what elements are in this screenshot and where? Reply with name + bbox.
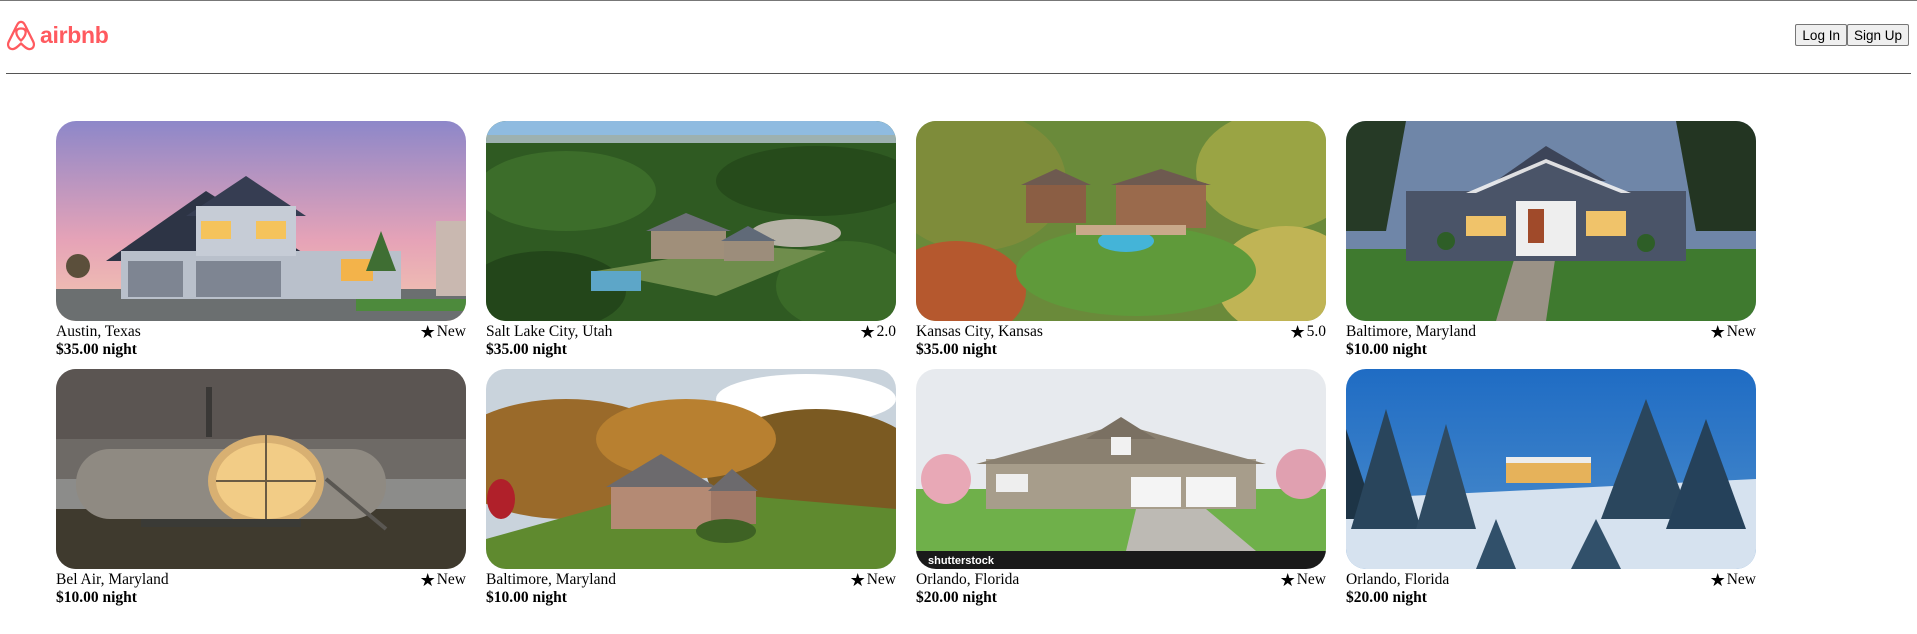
house-photo (916, 121, 1326, 321)
star-icon: ★ (419, 569, 436, 590)
star-icon: ★ (1289, 321, 1306, 342)
airbnb-logo[interactable]: airbnb (6, 19, 109, 51)
listing-photo[interactable] (486, 369, 896, 569)
listing-photo[interactable] (486, 121, 896, 321)
listing-location: Orlando, Florida (916, 570, 1020, 588)
listing-photo[interactable] (1346, 369, 1756, 569)
listing-rating: ★ New (420, 323, 466, 341)
listing-rating: ★ New (1710, 571, 1756, 589)
auth-buttons: Log In Sign Up (1795, 24, 1909, 46)
house-photo (1346, 121, 1756, 321)
rating-value: New (436, 570, 466, 588)
listing-card[interactable]: Salt Lake City, Utah ★ 2.0 $35.00 night (486, 121, 896, 358)
listing-rating: ★ New (850, 571, 896, 589)
rating-value: New (1726, 322, 1756, 340)
signup-button[interactable]: Sign Up (1846, 24, 1909, 46)
listing-price: $35.00 night (486, 341, 567, 358)
listing-price: $20.00 night (916, 589, 997, 606)
login-button[interactable]: Log In (1795, 24, 1847, 46)
star-icon: ★ (1709, 569, 1726, 590)
listing-photo[interactable]: shutterstock (916, 369, 1326, 569)
house-photo (56, 121, 466, 321)
rating-value: 2.0 (876, 322, 896, 340)
listing-card[interactable]: shutterstock Orlando, Florida ★ New $20.0… (916, 369, 1326, 606)
listing-price: $20.00 night (1346, 589, 1427, 606)
rating-value: 5.0 (1306, 322, 1326, 340)
listing-rating: ★ 2.0 (859, 323, 896, 341)
star-icon: ★ (849, 569, 866, 590)
star-icon: ★ (859, 321, 876, 342)
listing-photo[interactable] (916, 121, 1326, 321)
listing-rating: ★ New (420, 571, 466, 589)
listing-location: Austin, Texas (56, 322, 141, 340)
rating-value: New (1726, 570, 1756, 588)
listing-rating: ★ 5.0 (1289, 323, 1326, 341)
listing-price: $35.00 night (916, 341, 997, 358)
listing-price: $10.00 night (486, 589, 567, 606)
house-photo (56, 369, 466, 569)
watermark-text: shutterstock (928, 555, 995, 567)
listing-card[interactable]: Kansas City, Kansas ★ 5.0 $35.00 night (916, 121, 1326, 358)
airbnb-belo-icon (6, 20, 36, 51)
listing-card[interactable]: Baltimore, Maryland ★ New $10.00 night (1346, 121, 1756, 358)
listing-location: Kansas City, Kansas (916, 322, 1043, 340)
listing-location: Baltimore, Maryland (1346, 322, 1476, 340)
listing-card[interactable]: Austin, Texas ★ New $35.00 night (56, 121, 466, 358)
listing-rating: ★ New (1280, 571, 1326, 589)
house-photo (486, 121, 896, 321)
listing-price: $10.00 night (56, 589, 137, 606)
listing-location: Orlando, Florida (1346, 570, 1450, 588)
listing-photo[interactable] (56, 121, 466, 321)
rating-value: New (436, 322, 466, 340)
listing-location: Bel Air, Maryland (56, 570, 169, 588)
listing-card[interactable]: Baltimore, Maryland ★ New $10.00 night (486, 369, 896, 606)
listing-card[interactable]: Bel Air, Maryland ★ New $10.00 night (56, 369, 466, 606)
listing-photo[interactable] (56, 369, 466, 569)
listing-price: $35.00 night (56, 341, 137, 358)
house-photo (486, 369, 896, 569)
listing-card[interactable]: Orlando, Florida ★ New $20.00 night (1346, 369, 1756, 606)
listing-photo[interactable] (1346, 121, 1756, 321)
listing-rating: ★ New (1710, 323, 1756, 341)
star-icon: ★ (419, 321, 436, 342)
listing-price: $10.00 night (1346, 341, 1427, 358)
house-photo (1346, 369, 1756, 569)
site-header: airbnb Log In Sign Up (0, 1, 1917, 74)
house-photo: shutterstock (916, 369, 1326, 569)
rating-value: New (1296, 570, 1326, 588)
rating-value: New (866, 570, 896, 588)
listing-location: Salt Lake City, Utah (486, 322, 613, 340)
star-icon: ★ (1709, 321, 1726, 342)
listings-grid: Austin, Texas ★ New $35.00 night Salt La… (56, 121, 1756, 606)
brand-name: airbnb (40, 21, 109, 48)
listing-location: Baltimore, Maryland (486, 570, 616, 588)
star-icon: ★ (1279, 569, 1296, 590)
header-divider (6, 73, 1911, 74)
